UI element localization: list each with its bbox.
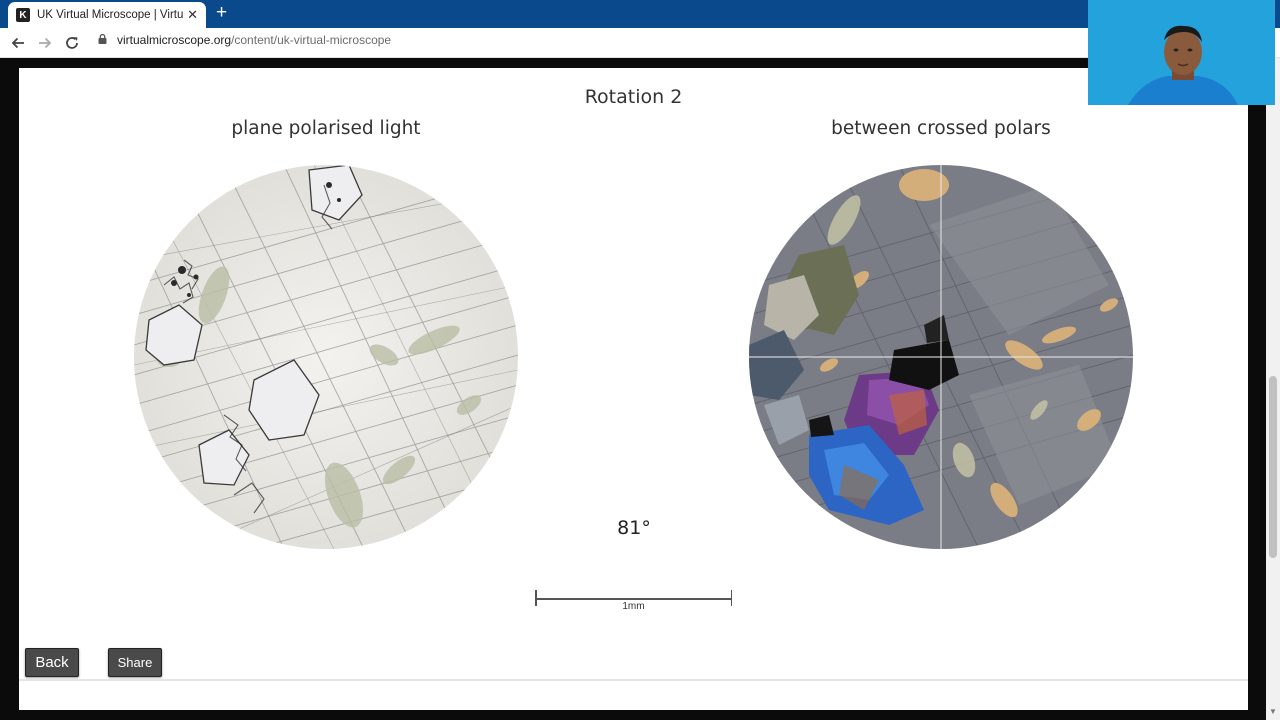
back-arrow-icon[interactable] bbox=[11, 36, 25, 50]
share-button[interactable]: Share bbox=[108, 648, 162, 677]
xpl-microscope-view[interactable] bbox=[749, 165, 1133, 549]
tab-close-icon[interactable]: ✕ bbox=[187, 7, 198, 23]
forward-arrow-icon[interactable] bbox=[38, 36, 52, 50]
footer-divider bbox=[19, 679, 1248, 681]
page-content: Rotation 2 plane polarised light between… bbox=[19, 68, 1248, 710]
url-path: /content/uk-virtual-microscope bbox=[231, 33, 392, 47]
tab-title: UK Virtual Microscope | Virtual M bbox=[37, 9, 183, 21]
scroll-down-icon[interactable]: ▼ bbox=[1269, 707, 1277, 716]
ppl-label: plane polarised light bbox=[231, 118, 421, 139]
back-button[interactable]: Back bbox=[25, 648, 79, 677]
rotation-angle-readout: 81° bbox=[617, 517, 651, 539]
url-host: virtualmicroscope.org bbox=[117, 33, 232, 47]
xpl-thin-section-image bbox=[749, 165, 1133, 549]
reload-icon[interactable] bbox=[65, 36, 79, 50]
lock-icon bbox=[98, 34, 107, 44]
presenter-video-image bbox=[1088, 0, 1275, 105]
xpl-label: between crossed polars bbox=[831, 118, 1051, 139]
scale-line bbox=[535, 598, 732, 600]
rotation-title: Rotation 2 bbox=[584, 86, 683, 108]
webcam-overlay bbox=[1088, 0, 1275, 105]
scrollbar-thumb[interactable] bbox=[1269, 376, 1277, 558]
site-favicon-icon: K bbox=[16, 8, 30, 22]
browser-tab[interactable]: K UK Virtual Microscope | Virtual M ✕ bbox=[8, 2, 206, 28]
page-scrollbar[interactable]: ▲ ▼ bbox=[1266, 58, 1280, 720]
ppl-thin-section-image bbox=[134, 165, 518, 549]
scale-label: 1mm bbox=[622, 601, 645, 612]
scale-bar: 1mm bbox=[535, 588, 732, 612]
new-tab-icon[interactable]: + bbox=[216, 3, 227, 23]
address-bar[interactable]: virtualmicroscope.org/content/uk-virtual… bbox=[98, 33, 391, 47]
ppl-microscope-view[interactable] bbox=[134, 165, 518, 549]
